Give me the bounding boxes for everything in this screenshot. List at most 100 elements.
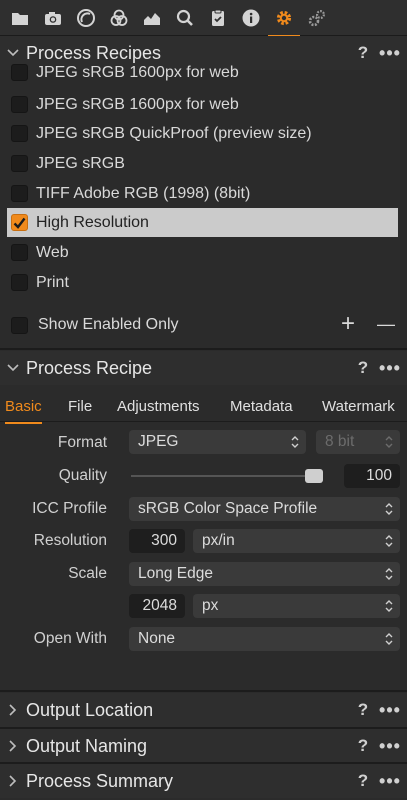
select-arrows-icon: [385, 600, 393, 612]
list-item-selected[interactable]: High Resolution: [7, 208, 398, 237]
process-summary-header[interactable]: Process Summary ? •••: [0, 764, 407, 798]
tool-tabs-toolbar: [0, 0, 407, 37]
bit-depth-select[interactable]: 8 bit: [316, 430, 400, 454]
section-title: Process Recipe: [26, 357, 153, 378]
open-with-value: None: [138, 630, 176, 647]
metadata-icon[interactable]: [239, 6, 263, 30]
list-item[interactable]: JPEG sRGB 1600px for web: [7, 90, 398, 119]
recipe-label: High Resolution: [36, 213, 149, 231]
chevron-right-icon[interactable]: [0, 740, 26, 752]
checkbox[interactable]: [11, 64, 28, 81]
bit-depth-value: 8 bit: [325, 433, 355, 450]
chevron-right-icon[interactable]: [0, 704, 26, 716]
icc-profile-select[interactable]: sRGB Color Space Profile: [129, 497, 400, 521]
select-arrows-icon: [291, 436, 299, 448]
scale-value: Long Edge: [138, 565, 213, 582]
tab-metadata[interactable]: Metadata: [230, 398, 293, 415]
show-enabled-only-label: Show Enabled Only: [38, 316, 179, 333]
chevron-down-icon[interactable]: [0, 49, 26, 57]
checkbox[interactable]: [11, 125, 28, 142]
details-icon[interactable]: [173, 6, 197, 30]
scale-unit-select[interactable]: px: [193, 594, 400, 618]
chevron-right-icon[interactable]: [0, 775, 26, 787]
format-value: JPEG: [138, 433, 179, 450]
chevron-down-icon[interactable]: [0, 364, 26, 372]
process-recipe-header[interactable]: Process Recipe ? •••: [0, 351, 407, 385]
show-enabled-only-row: Show Enabled Only + —: [11, 312, 401, 337]
checkbox[interactable]: [11, 96, 28, 113]
tab-file[interactable]: File: [68, 398, 92, 415]
more-options-icon[interactable]: •••: [373, 771, 407, 792]
list-item[interactable]: JPEG sRGB 1600px for web: [7, 64, 398, 87]
checkbox-checked[interactable]: [11, 214, 28, 231]
help-icon[interactable]: ?: [353, 736, 373, 756]
checkbox[interactable]: [11, 274, 28, 291]
color-icon[interactable]: [107, 6, 131, 30]
batch-icon[interactable]: [305, 6, 329, 30]
icc-profile-label: ICC Profile: [32, 500, 107, 517]
more-options-icon[interactable]: •••: [373, 736, 407, 757]
add-recipe-button[interactable]: +: [336, 312, 360, 336]
recipe-label: JPEG sRGB QuickProof (preview size): [36, 124, 312, 142]
scale-size-field[interactable]: 2048: [129, 594, 185, 618]
section-title: Process Recipes: [26, 42, 162, 63]
output-naming-header[interactable]: Output Naming ? •••: [0, 729, 407, 763]
more-options-icon[interactable]: •••: [373, 43, 407, 64]
section-title: Output Location: [26, 699, 154, 720]
select-arrows-icon: [385, 503, 393, 515]
output-location-header[interactable]: Output Location ? •••: [0, 693, 407, 727]
open-with-label: Open With: [33, 630, 107, 647]
adjustments-icon[interactable]: [206, 6, 230, 30]
help-icon[interactable]: ?: [353, 771, 373, 791]
quality-label: Quality: [58, 467, 107, 484]
resolution-unit-value: px/in: [202, 532, 235, 549]
help-icon[interactable]: ?: [353, 43, 373, 63]
tab-basic[interactable]: Basic: [5, 398, 42, 424]
list-item[interactable]: JPEG sRGB QuickProof (preview size): [7, 119, 398, 148]
checkbox[interactable]: [11, 244, 28, 261]
output-icon[interactable]: [268, 6, 300, 37]
remove-recipe-button[interactable]: —: [374, 313, 398, 335]
scale-unit-value: px: [202, 597, 219, 614]
divider: [0, 690, 407, 692]
list-item[interactable]: JPEG sRGB: [7, 149, 398, 178]
recipe-label: JPEG sRGB: [36, 154, 125, 172]
select-arrows-icon: [385, 535, 393, 547]
scale-select[interactable]: Long Edge: [129, 562, 400, 586]
select-arrows-icon: [385, 436, 393, 448]
folder-icon[interactable]: [8, 6, 32, 30]
resolution-value-field[interactable]: 300: [129, 529, 185, 553]
checkbox[interactable]: [11, 185, 28, 202]
recipe-label: JPEG sRGB 1600px for web: [36, 64, 239, 81]
tab-watermark[interactable]: Watermark: [322, 398, 395, 415]
recipe-label: JPEG sRGB 1600px for web: [36, 95, 239, 113]
checkbox[interactable]: [11, 155, 28, 172]
more-options-icon[interactable]: •••: [373, 700, 407, 721]
format-label: Format: [57, 434, 107, 451]
resolution-unit-select[interactable]: px/in: [193, 529, 400, 553]
show-enabled-only-checkbox[interactable]: [11, 316, 28, 334]
help-icon[interactable]: ?: [353, 700, 373, 720]
list-item[interactable]: Web: [7, 238, 398, 267]
more-options-icon[interactable]: •••: [373, 358, 407, 379]
list-item[interactable]: Print: [7, 268, 398, 297]
recipe-label: Web: [36, 243, 69, 261]
lens-icon[interactable]: [74, 6, 98, 30]
select-arrows-icon: [385, 568, 393, 580]
open-with-select[interactable]: None: [129, 627, 400, 651]
help-icon[interactable]: ?: [353, 358, 373, 378]
quality-value-field[interactable]: 100: [344, 464, 400, 488]
list-item[interactable]: TIFF Adobe RGB (1998) (8bit): [7, 179, 398, 208]
section-title: Output Naming: [26, 735, 148, 756]
camera-icon[interactable]: [41, 6, 65, 30]
divider: [0, 348, 407, 350]
exposure-icon[interactable]: [140, 6, 164, 30]
checkmark-icon: [13, 217, 26, 229]
recipe-label: TIFF Adobe RGB (1998) (8bit): [36, 184, 251, 202]
recipe-tabs: Basic File Adjustments Metadata Watermar…: [0, 392, 407, 424]
quality-slider-thumb[interactable]: [305, 469, 323, 483]
tab-adjustments[interactable]: Adjustments: [117, 398, 200, 415]
quality-slider-track[interactable]: [131, 475, 321, 477]
scale-label: Scale: [68, 565, 107, 582]
format-select[interactable]: JPEG: [129, 430, 306, 454]
